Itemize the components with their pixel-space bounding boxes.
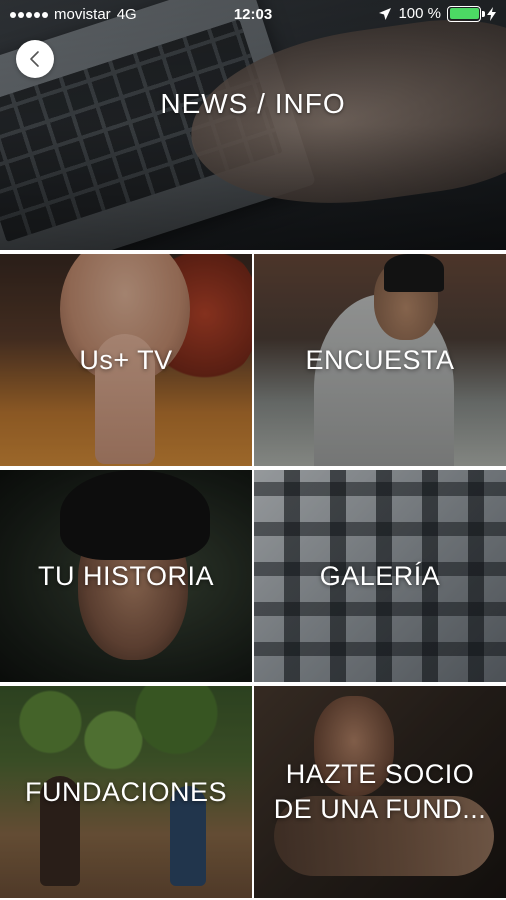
status-right: 100 % (378, 5, 496, 22)
tile-us-tv[interactable]: Us+ TV (0, 254, 252, 466)
page-title: NEWS / INFO (160, 88, 346, 119)
status-bar: movistar 4G 12:03 100 % (0, 0, 506, 30)
tile-label: ENCUESTA (305, 344, 455, 375)
menu-grid: Us+ TV ENCUESTA TU HISTORIA GALERÍA FUND… (0, 254, 506, 900)
tile-label: TU HISTORIA (37, 560, 215, 591)
tile-hazte-socio[interactable]: HAZTE SOCIO DE UNA FUND... (254, 686, 506, 898)
tile-label: HAZTE SOCIO DE UNA FUND... (273, 759, 487, 824)
location-arrow-icon (379, 7, 392, 20)
tile-galeria[interactable]: GALERÍA (254, 470, 506, 682)
tile-label: Us+ TV (79, 344, 173, 375)
header-hero-image (0, 0, 506, 250)
tile-label: FUNDACIONES (24, 776, 227, 807)
chevron-left-icon (30, 51, 39, 67)
tile-fundaciones[interactable]: FUNDACIONES (0, 686, 252, 898)
tile-label: GALERÍA (319, 560, 441, 591)
back-button[interactable] (16, 40, 54, 78)
tile-tu-historia[interactable]: TU HISTORIA (0, 470, 252, 682)
charging-bolt-icon (487, 6, 496, 21)
battery-icon (447, 5, 485, 22)
tile-encuesta[interactable]: ENCUESTA (254, 254, 506, 466)
battery-percent: 100 % (398, 5, 441, 22)
